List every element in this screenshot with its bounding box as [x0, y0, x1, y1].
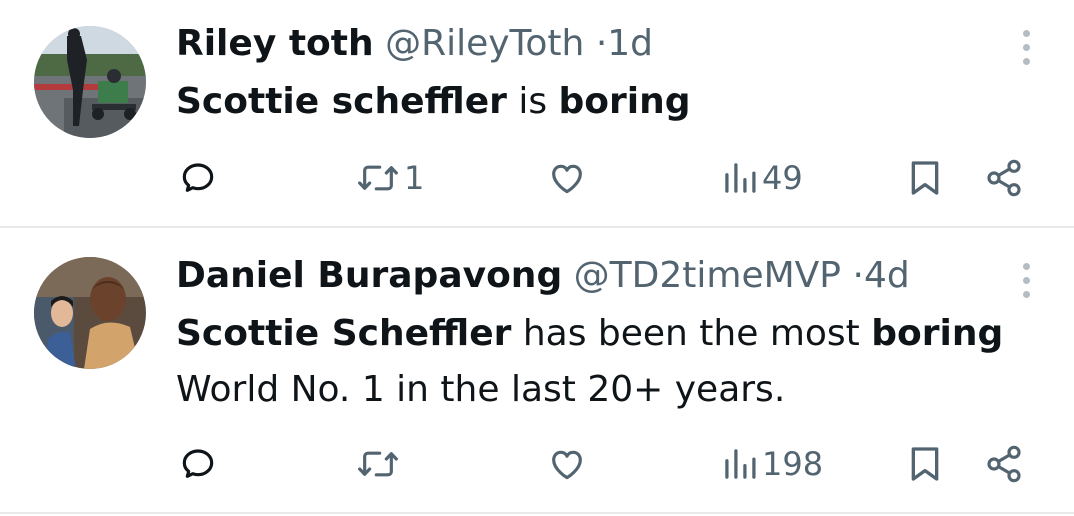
reply-button[interactable] — [178, 156, 222, 200]
avatar[interactable] — [34, 257, 146, 369]
share-button[interactable] — [984, 156, 1024, 200]
tweet-text: Scottie Scheffler has been the most bori… — [176, 306, 1036, 418]
separator: · — [852, 255, 864, 296]
tweet-actions: 1 49 — [0, 156, 1074, 200]
tweet-text: Scottie scheffler is boring — [176, 74, 1036, 130]
retweet-count: 1 — [404, 159, 425, 197]
analytics-icon — [725, 163, 756, 193]
separator: · — [595, 23, 608, 64]
retweet-button[interactable]: 1 — [356, 156, 424, 200]
divider — [0, 512, 1074, 514]
share-icon — [987, 445, 1021, 483]
tweet[interactable]: Riley toth @RileyToth ·1d Scottie scheff… — [0, 0, 1074, 228]
share-button[interactable] — [984, 442, 1024, 486]
bookmark-icon — [911, 161, 939, 195]
divider — [0, 226, 1074, 228]
avatar[interactable] — [34, 26, 146, 138]
timestamp[interactable]: 4d — [864, 255, 910, 296]
bookmark-icon — [911, 447, 939, 481]
views-button[interactable]: 49 — [722, 156, 803, 200]
author-handle[interactable]: @TD2timeMVP — [574, 255, 841, 296]
text-segment: Scottie scheffler — [176, 81, 507, 122]
bookmark-button[interactable] — [908, 442, 942, 486]
text-segment: boring — [558, 81, 691, 122]
tweet-header: Daniel Burapavong @TD2timeMVP ·4d — [176, 254, 910, 298]
bookmark-button[interactable] — [908, 156, 942, 200]
reply-icon — [182, 163, 214, 192]
heart-icon — [552, 450, 582, 480]
author-handle[interactable]: @RileyToth — [385, 23, 584, 64]
like-button[interactable] — [546, 442, 592, 486]
share-icon — [987, 159, 1021, 197]
retweet-icon — [358, 165, 398, 191]
text-segment: Scottie Scheffler — [176, 313, 512, 354]
analytics-icon — [725, 449, 756, 479]
more-options-icon[interactable] — [1020, 261, 1032, 301]
text-segment: has been the most — [511, 313, 872, 354]
heart-icon — [552, 164, 582, 194]
retweet-icon — [358, 451, 398, 477]
tweet[interactable]: Daniel Burapavong @TD2timeMVP ·4d Scotti… — [0, 229, 1074, 514]
author-name[interactable]: Riley toth — [176, 23, 374, 64]
views-button[interactable]: 198 — [722, 442, 823, 486]
author-name[interactable]: Daniel Burapavong — [176, 255, 562, 296]
retweet-button[interactable] — [356, 442, 404, 486]
view-count: 198 — [762, 445, 824, 483]
tweet-header: Riley toth @RileyToth ·1d — [176, 22, 653, 66]
text-segment: World No. 1 in the last 20+ years. — [176, 369, 786, 410]
view-count: 49 — [762, 159, 803, 197]
text-segment: is — [506, 81, 559, 122]
more-options-icon[interactable] — [1020, 28, 1032, 68]
timestamp[interactable]: 1d — [607, 23, 653, 64]
text-segment: boring — [871, 313, 1004, 354]
reply-button[interactable] — [178, 442, 222, 486]
tweet-actions: 198 — [0, 442, 1074, 486]
reply-icon — [182, 449, 214, 478]
like-button[interactable] — [546, 156, 592, 200]
